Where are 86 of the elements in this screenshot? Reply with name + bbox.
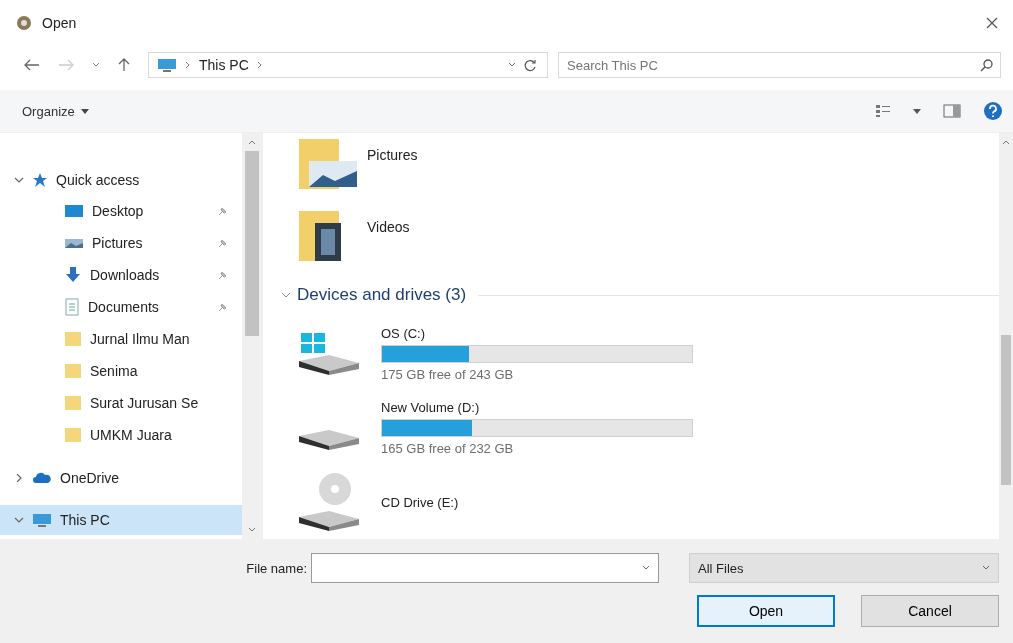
help-icon[interactable] — [983, 101, 1003, 121]
nav-label: Documents — [88, 299, 159, 315]
windows-drive-icon — [297, 331, 361, 378]
chevron-right-icon[interactable] — [14, 474, 24, 482]
nav-label: Surat Jurusan Se — [90, 395, 199, 411]
back-arrow-icon[interactable] — [24, 59, 40, 71]
nav-label: Pictures — [92, 235, 143, 251]
folder-item[interactable]: Videos — [297, 207, 999, 278]
nav-item[interactable]: This PC — [0, 505, 242, 535]
folder-icon — [64, 331, 82, 347]
caret-icon — [80, 108, 89, 114]
nav-item[interactable]: Downloads — [0, 259, 242, 291]
drive-name: OS (C:) — [381, 326, 427, 342]
breadcrumb[interactable]: This PC — [199, 57, 249, 73]
window-title: Open — [42, 15, 77, 31]
chevron-down-icon[interactable] — [14, 516, 24, 524]
caret-icon[interactable] — [913, 108, 921, 114]
desktop-icon — [64, 204, 84, 218]
refresh-icon[interactable] — [524, 58, 537, 72]
chevron-down-icon[interactable] — [92, 62, 100, 68]
scroll-down-icon[interactable] — [248, 527, 256, 533]
group-header: Devices and drives (3) — [297, 285, 467, 306]
free-space-text: 175 GB free of 243 GB — [381, 367, 515, 383]
nav-item[interactable]: UMKM Juara — [0, 419, 242, 451]
nav-item[interactable]: Quick access — [0, 165, 242, 195]
cancel-button[interactable]: Cancel — [861, 595, 999, 627]
folder-name: Pictures — [367, 147, 418, 163]
view-options-icon[interactable] — [875, 104, 891, 118]
close-icon[interactable] — [985, 16, 999, 30]
scroll-up-icon[interactable] — [1002, 139, 1010, 145]
document-icon — [64, 298, 80, 316]
nav-label: Senima — [90, 363, 138, 379]
folder-icon — [64, 427, 82, 443]
nav-item[interactable]: OneDrive — [0, 463, 242, 493]
file-type-dropdown[interactable]: All Files — [689, 553, 999, 583]
app-icon — [16, 15, 32, 31]
download-icon — [64, 266, 82, 284]
file-name-label: File name: — [246, 560, 307, 576]
pictures-icon — [64, 236, 84, 250]
chevron-down-icon — [982, 565, 990, 571]
chevron-down-icon[interactable] — [508, 62, 516, 68]
file-name-field[interactable] — [311, 553, 659, 583]
up-arrow-icon[interactable] — [118, 58, 130, 72]
scroll-up-icon[interactable] — [248, 139, 256, 145]
cd-drive-icon — [297, 471, 361, 533]
nav-item[interactable]: Surat Jurusan Se — [0, 387, 242, 419]
chevron-down-icon[interactable] — [14, 176, 24, 184]
nav-item[interactable]: Documents — [0, 291, 242, 323]
star-icon — [32, 172, 48, 188]
nav-label: Desktop — [92, 203, 144, 219]
folder-name: Videos — [367, 219, 410, 236]
drive-icon — [297, 429, 361, 452]
folder-icon — [64, 395, 82, 411]
drive-name: New Volume (D:) — [381, 400, 481, 416]
open-button[interactable]: Open — [697, 595, 835, 627]
drive-item[interactable]: New Volume (D:) 165 GB free of 232 GB — [297, 391, 999, 466]
nav-item[interactable]: Senima — [0, 355, 242, 387]
address-bar[interactable]: This PC — [148, 52, 548, 78]
search-field[interactable]: Search This PC — [558, 52, 1001, 78]
drive-item[interactable]: CD Drive (E:) — [297, 465, 999, 539]
nav-item[interactable]: Desktop — [0, 195, 242, 227]
nav-label: This PC — [60, 512, 110, 528]
nav-label: UMKM Juara — [90, 427, 172, 443]
nav-label: Jurnal Ilmu Man — [90, 331, 190, 347]
scrollbar[interactable] — [999, 133, 1013, 539]
free-space-text: 165 GB free of 232 GB — [381, 441, 515, 457]
search-icon — [980, 59, 993, 72]
drive-name: CD Drive (E:) — [381, 494, 460, 510]
computer-icon — [157, 57, 177, 73]
preview-pane-icon[interactable] — [943, 104, 961, 118]
chevron-right-icon[interactable] — [256, 61, 263, 69]
chevron-down-icon[interactable] — [642, 565, 650, 571]
nav-item[interactable]: Jurnal Ilmu Man — [0, 323, 242, 355]
computer-icon — [32, 512, 52, 528]
collapse-icon[interactable] — [281, 291, 291, 299]
drive-item[interactable]: OS (C:) 175 GB free of 243 GB — [297, 317, 999, 392]
nav-label: Quick access — [56, 172, 140, 188]
organize-menu[interactable]: Organize — [16, 99, 95, 123]
folder-item[interactable]: Pictures — [297, 135, 999, 206]
nav-item[interactable]: Pictures — [0, 227, 242, 259]
nav-label: Downloads — [90, 267, 160, 283]
cloud-icon — [32, 472, 52, 484]
scrollbar[interactable] — [242, 133, 262, 539]
chevron-right-icon[interactable] — [185, 61, 191, 69]
nav-label: OneDrive — [60, 470, 120, 486]
folder-icon — [64, 363, 82, 379]
